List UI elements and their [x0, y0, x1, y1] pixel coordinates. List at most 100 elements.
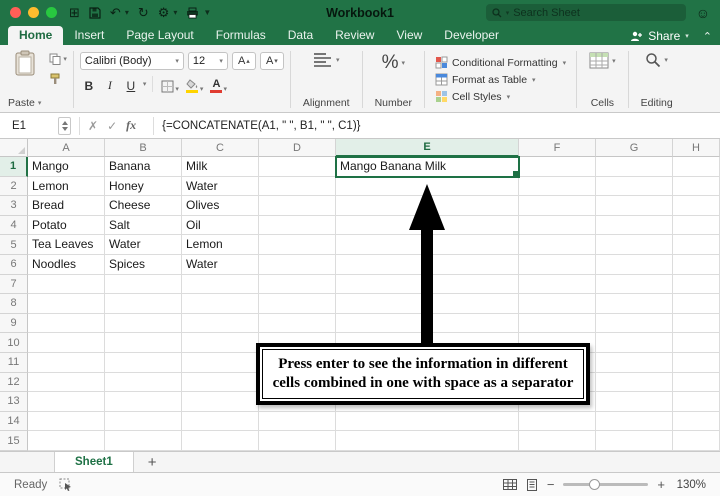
cell-A12[interactable] [28, 372, 105, 393]
cell-G4[interactable] [596, 215, 673, 236]
cell-F9[interactable] [519, 313, 596, 334]
cell-H15[interactable] [673, 431, 720, 451]
cell-H7[interactable] [673, 274, 720, 295]
cell-H14[interactable] [673, 411, 720, 432]
cell-D3[interactable] [259, 196, 336, 216]
cell-D5[interactable] [259, 235, 336, 255]
cell-B13[interactable] [105, 392, 182, 412]
tab-formulas[interactable]: Formulas [205, 26, 277, 45]
feedback-smiley-icon[interactable]: ☺ [696, 5, 710, 21]
cell-A8[interactable] [28, 294, 105, 314]
italic-button[interactable]: I [101, 75, 119, 93]
cell-C10[interactable] [182, 333, 259, 353]
tab-developer[interactable]: Developer [433, 26, 510, 45]
cell-C4[interactable]: Oil [182, 215, 259, 236]
cell-E15[interactable] [336, 431, 519, 451]
cell-D6[interactable] [259, 254, 336, 275]
cell-C13[interactable] [182, 392, 259, 412]
cell-C2[interactable]: Water [182, 176, 259, 197]
cell-G5[interactable] [596, 235, 673, 255]
fill-color-button[interactable]: ▾ [184, 75, 206, 93]
editing-group-button[interactable]: ▾ Editing [635, 49, 679, 110]
cell-G15[interactable] [596, 431, 673, 451]
cell-E14[interactable] [336, 411, 519, 432]
undo-dropdown-icon[interactable]: ▾ [125, 8, 129, 17]
collapse-ribbon-icon[interactable]: ⌃ [703, 30, 712, 45]
cell-H5[interactable] [673, 235, 720, 255]
cell-B7[interactable] [105, 274, 182, 295]
cell-C11[interactable] [182, 352, 259, 373]
search-scope-icon[interactable]: ▾ [506, 9, 510, 17]
name-box-stepper[interactable] [58, 116, 71, 135]
cell-B2[interactable]: Honey [105, 176, 182, 197]
cell-C5[interactable]: Lemon [182, 235, 259, 255]
cell-H10[interactable] [673, 333, 720, 353]
insert-function-icon[interactable]: fx [126, 118, 136, 133]
gear-dropdown-icon[interactable]: ▾ [173, 8, 177, 17]
tab-home[interactable]: Home [8, 26, 64, 45]
cancel-icon[interactable]: ✗ [88, 119, 98, 133]
alignment-group-button[interactable]: ▾ Alignment [297, 49, 356, 110]
font-color-button[interactable]: A ▾ [208, 75, 229, 93]
format-as-table-button[interactable]: Format as Table ▾ [435, 73, 566, 86]
column-header-H[interactable]: H [673, 139, 720, 157]
cell-C8[interactable] [182, 294, 259, 314]
cell-B11[interactable] [105, 352, 182, 373]
cell-F14[interactable] [519, 411, 596, 432]
cell-B4[interactable]: Salt [105, 215, 182, 236]
cell-C12[interactable] [182, 372, 259, 393]
cell-B6[interactable]: Spices [105, 254, 182, 275]
redo-icon[interactable]: ↻ [138, 5, 149, 21]
minimize-button[interactable] [28, 7, 39, 18]
cell-C3[interactable]: Olives [182, 196, 259, 216]
row-header-11[interactable]: 11 [0, 352, 28, 373]
row-header-3[interactable]: 3 [0, 196, 28, 216]
cell-F2[interactable] [519, 176, 596, 197]
cell-A9[interactable] [28, 313, 105, 334]
normal-view-icon[interactable] [502, 479, 517, 490]
cell-H11[interactable] [673, 352, 720, 373]
copy-button[interactable]: ▾ [49, 53, 67, 65]
cell-G7[interactable] [596, 274, 673, 295]
search-box[interactable]: ▾ Search Sheet [485, 4, 686, 21]
cell-D14[interactable] [259, 411, 336, 432]
cell-A4[interactable]: Potato [28, 215, 105, 236]
row-header-6[interactable]: 6 [0, 254, 28, 275]
cell-B10[interactable] [105, 333, 182, 353]
cell-G10[interactable] [596, 333, 673, 353]
cell-A7[interactable] [28, 274, 105, 295]
cell-F4[interactable] [519, 215, 596, 236]
conditional-formatting-button[interactable]: Conditional Formatting ▾ [435, 56, 566, 69]
cell-A13[interactable] [28, 392, 105, 412]
name-box[interactable]: E1 [6, 116, 58, 136]
zoom-in-icon[interactable]: + [657, 477, 665, 492]
cell-H4[interactable] [673, 215, 720, 236]
cell-A2[interactable]: Lemon [28, 176, 105, 197]
cell-H6[interactable] [673, 254, 720, 275]
cell-A6[interactable]: Noodles [28, 254, 105, 275]
tab-data[interactable]: Data [277, 26, 324, 45]
increase-font-size-button[interactable]: A ▴ [231, 52, 256, 70]
column-header-D[interactable]: D [259, 139, 336, 157]
cell-F15[interactable] [519, 431, 596, 451]
row-header-9[interactable]: 9 [0, 313, 28, 334]
cell-C6[interactable]: Water [182, 254, 259, 275]
cell-D9[interactable] [259, 313, 336, 334]
column-header-A[interactable]: A [28, 139, 105, 157]
cell-A10[interactable] [28, 333, 105, 353]
cell-D2[interactable] [259, 176, 336, 197]
cell-E1[interactable]: Mango Banana Milk [335, 156, 520, 178]
row-header-15[interactable]: 15 [0, 431, 28, 451]
row-header-8[interactable]: 8 [0, 294, 28, 314]
cell-G6[interactable] [596, 254, 673, 275]
cell-F6[interactable] [519, 254, 596, 275]
cell-H9[interactable] [673, 313, 720, 334]
cell-D15[interactable] [259, 431, 336, 451]
cell-B9[interactable] [105, 313, 182, 334]
cell-A3[interactable]: Bread [28, 196, 105, 216]
formula-input[interactable]: {=CONCATENATE(A1, " ", B1, " ", C1)} [162, 120, 360, 132]
font-size-select[interactable]: 12 ▾ [187, 52, 228, 70]
cell-F1[interactable] [519, 157, 596, 177]
cell-G11[interactable] [596, 352, 673, 373]
cell-A5[interactable]: Tea Leaves [28, 235, 105, 255]
